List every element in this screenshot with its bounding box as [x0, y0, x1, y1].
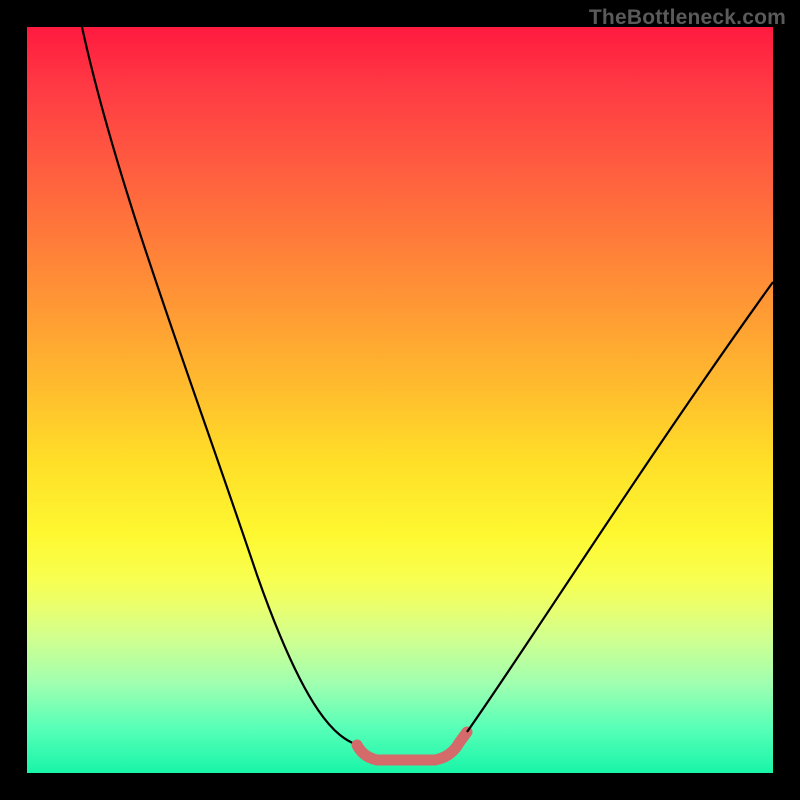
valley-ribbon	[357, 732, 467, 760]
watermark-text: TheBottleneck.com	[589, 6, 786, 30]
chart-svg	[27, 27, 773, 773]
curve-left	[82, 27, 357, 745]
curve-right	[467, 282, 773, 732]
chart-plot-area	[27, 27, 773, 773]
